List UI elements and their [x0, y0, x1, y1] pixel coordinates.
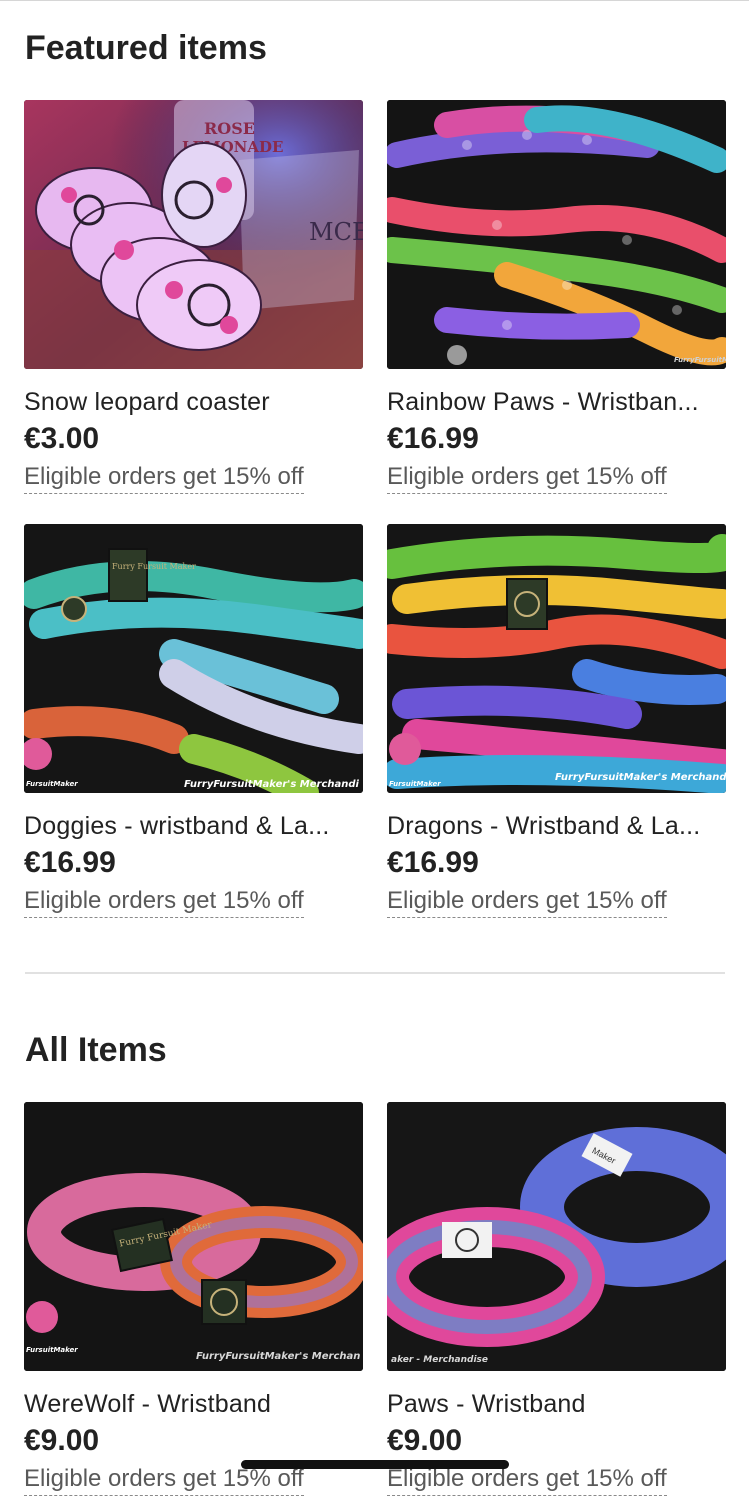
image-logo-text: FursuitMaker [26, 780, 78, 788]
top-border [0, 0, 749, 1]
item-price: €9.00 [24, 1424, 100, 1457]
item-title[interactable]: Paws - Wristband [387, 1389, 726, 1419]
item-promo[interactable]: Eligible orders get 15% off [24, 463, 304, 494]
lanyard-image[interactable]: Furry Fursuit Maker FursuitMaker FurryFu… [24, 524, 363, 793]
image-watermark: FurryFursuitMaker [674, 356, 726, 364]
item-price: €16.99 [387, 846, 479, 879]
item-promo[interactable]: Eligible orders get 15% off [387, 1465, 667, 1496]
home-indicator[interactable] [241, 1460, 509, 1469]
item-promo[interactable]: Eligible orders get 15% off [387, 463, 667, 494]
item-promo[interactable]: Eligible orders get 15% off [387, 887, 667, 918]
wristband-image[interactable]: Furry Fursuit Maker FursuitMaker FurryFu… [24, 1102, 363, 1371]
image-logo-text: FursuitMaker [26, 1346, 78, 1354]
image-watermark: aker - Merchandise [391, 1355, 488, 1365]
item-promo[interactable]: Eligible orders get 15% off [24, 1465, 304, 1496]
item-price: €9.00 [387, 1424, 463, 1457]
item-price: €16.99 [24, 846, 116, 879]
item-price: €16.99 [387, 422, 479, 455]
item-title[interactable]: WereWolf - Wristband [24, 1389, 363, 1419]
wristband-image[interactable]: Maker aker - Merchandise [387, 1102, 726, 1371]
wristband-image[interactable]: FurryFursuitMaker [387, 100, 726, 369]
lanyard-image[interactable]: FursuitMaker FurryFursuitMaker's Merchan… [387, 524, 726, 793]
featured-item-card[interactable]: ROSE LEMONADE MCE Snow leopard coaster €… [24, 100, 363, 494]
item-title[interactable]: Rainbow Paws - Wristban... [387, 387, 726, 417]
all-items-section-title: All Items [25, 1031, 167, 1069]
item-title[interactable]: Snow leopard coaster [24, 387, 363, 417]
section-divider [25, 972, 725, 974]
coaster-glass-text: MCE [309, 218, 363, 246]
featured-item-card[interactable]: FurryFursuitMaker Rainbow Paws - Wristba… [387, 100, 726, 494]
featured-section-title: Featured items [25, 29, 267, 67]
image-watermark: FurryFursuitMaker's Merchan [196, 1351, 360, 1362]
image-watermark: FurryFursuitMaker's Merchandi [184, 779, 360, 790]
image-watermark: FurryFursuitMaker's Merchand [555, 772, 726, 783]
coaster-image[interactable]: ROSE LEMONADE MCE [24, 100, 363, 369]
item-promo[interactable]: Eligible orders get 15% off [24, 887, 304, 918]
item-card[interactable]: Maker aker - Merchandise Paws - Wristban… [387, 1102, 726, 1496]
featured-item-card[interactable]: FursuitMaker FurryFursuitMaker's Merchan… [387, 524, 726, 918]
image-logo-text: FursuitMaker [389, 780, 441, 788]
featured-item-card[interactable]: Furry Fursuit Maker FursuitMaker FurryFu… [24, 524, 363, 918]
coaster-rose-text: ROSE [204, 119, 255, 138]
item-card[interactable]: Furry Fursuit Maker FursuitMaker FurryFu… [24, 1102, 363, 1496]
item-price: €3.00 [24, 422, 100, 455]
item-title[interactable]: Dragons - Wristband & La... [387, 811, 726, 841]
item-title[interactable]: Doggies - wristband & La... [24, 811, 363, 841]
wristband-tag-text: Furry Fursuit Maker [112, 562, 196, 571]
